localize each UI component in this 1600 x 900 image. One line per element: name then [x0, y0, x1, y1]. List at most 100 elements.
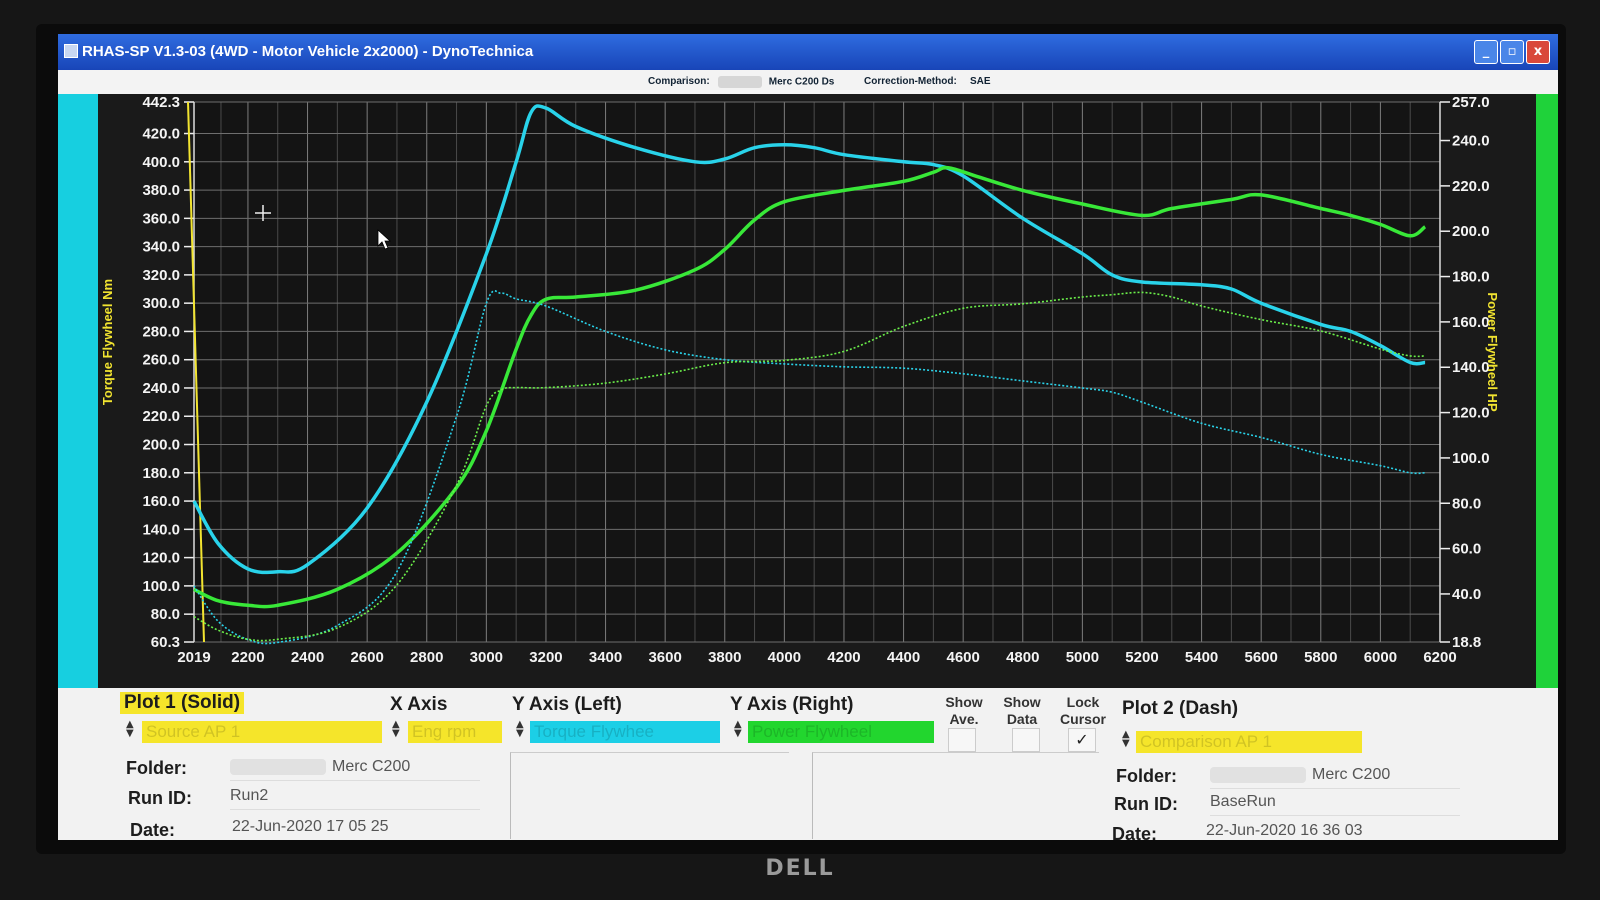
- y-left-tick-label: 260.0: [142, 352, 180, 369]
- y-right-tick-label: 180.0: [1452, 269, 1490, 286]
- y-left-axis-header: Y Axis (Left): [512, 694, 622, 715]
- title-bar[interactable]: RHAS-SP V1.3-03 (4WD - Motor Vehicle 2x2…: [58, 34, 1558, 70]
- x-axis-select[interactable]: Eng rpm: [408, 721, 502, 743]
- y-left-tick-label: 280.0: [142, 323, 180, 340]
- spinner-arrows-icon[interactable]: ▲ ▼: [392, 720, 404, 739]
- spinner-arrows-icon[interactable]: ▲ ▼: [126, 720, 138, 739]
- plot2-title: Plot 2 (Dash): [1122, 698, 1239, 719]
- plot1-title: Plot 1 (Solid): [120, 692, 245, 714]
- show-ave-label: Show Ave.: [945, 694, 983, 727]
- x-tick-label: 5800: [1304, 649, 1337, 666]
- x-tick-label: 4800: [1006, 649, 1039, 666]
- plot1-date-label: Date:: [130, 820, 176, 840]
- x-tick-label: 3400: [589, 649, 622, 666]
- info-bar: Comparison: Merc C200 Ds Correction-Meth…: [58, 70, 1558, 94]
- y-left-tick-label: 140.0: [142, 521, 180, 538]
- y-right-tick-label: 18.8: [1452, 634, 1481, 651]
- plot1-folder-field[interactable]: Merc C200: [230, 758, 480, 781]
- x-tick-label: 5200: [1125, 649, 1158, 666]
- x-tick-label: 5600: [1245, 649, 1278, 666]
- y-right-tick-label: 120.0: [1452, 405, 1490, 422]
- plot2-folder-field[interactable]: Merc C200: [1210, 766, 1460, 789]
- spinner-arrows-icon[interactable]: ▲ ▼: [734, 720, 746, 739]
- info-box-left: [510, 752, 789, 839]
- x-tick-label: 3800: [708, 649, 741, 666]
- correction-method-value: SAE: [970, 76, 991, 87]
- y-right-tick-label: 40.0: [1452, 586, 1481, 603]
- show-data-checkbox[interactable]: [1012, 728, 1040, 752]
- y-right-axis-header: Y Axis (Right): [730, 694, 854, 715]
- y-left-tick-label: 300.0: [142, 295, 180, 312]
- show-ave-checkbox[interactable]: [948, 728, 976, 752]
- y-left-tick-label: 420.0: [142, 126, 180, 143]
- left-axis-color-bar: [58, 94, 98, 688]
- spinner-arrows-icon[interactable]: ▲ ▼: [1122, 730, 1134, 749]
- x-tick-label: 2200: [231, 649, 264, 666]
- plot-background: [194, 102, 1440, 642]
- x-tick-label: 6000: [1364, 649, 1397, 666]
- correction-method-label: Correction-Method:: [864, 76, 957, 87]
- spinner-arrows-icon[interactable]: ▲ ▼: [516, 720, 528, 739]
- plot1-runid-value[interactable]: Run2: [230, 787, 480, 810]
- y-right-tick-label: 220.0: [1452, 178, 1490, 195]
- y-right-axis-select[interactable]: Power Flywheel: [748, 721, 934, 743]
- plot1-folder-value: Merc C200: [332, 758, 411, 775]
- show-data-label: Show Data: [1003, 694, 1041, 727]
- x-tick-label: 4000: [768, 649, 801, 666]
- source-select[interactable]: Source AP 1: [142, 721, 382, 743]
- maximize-button[interactable]: ▫: [1500, 40, 1524, 64]
- x-axis-header: X Axis: [390, 694, 448, 715]
- x-tick-label: 2800: [410, 649, 443, 666]
- plot1-date-value[interactable]: 22-Jun-2020 17 05 25: [232, 818, 482, 840]
- y-left-axis-title: Torque Flywheel Nm: [100, 279, 115, 405]
- x-tick-label: 5400: [1185, 649, 1218, 666]
- y-left-axis-select[interactable]: Torque Flywhee: [530, 721, 720, 743]
- plot-area[interactable]: 2019 2200 2400 2600 2800 3000 3200 3400 3600 3800…: [58, 94, 1558, 688]
- y-left-tick-label: 220.0: [142, 408, 180, 425]
- comparison-select[interactable]: Comparison AP 1: [1136, 731, 1362, 753]
- plot2-runid-label: Run ID:: [1114, 794, 1178, 814]
- x-tick-label: 4600: [946, 649, 979, 666]
- app-icon: [64, 44, 78, 58]
- x-tick-label: 4200: [827, 649, 860, 666]
- x-tick-label: 5000: [1066, 649, 1099, 666]
- right-axis-color-bar: [1536, 94, 1558, 688]
- lock-cursor-checkbox[interactable]: ✓: [1068, 728, 1096, 752]
- y-right-tick-label: 80.0: [1452, 495, 1481, 512]
- x-tick-label: 6200: [1423, 649, 1456, 666]
- monitor-brand-logo: DELL: [765, 856, 835, 881]
- y-left-tick-label: 160.0: [142, 493, 180, 510]
- plot1-folder-label: Folder:: [126, 758, 187, 778]
- y-right-tick-label: 200.0: [1452, 223, 1490, 240]
- x-tick-label: 3200: [529, 649, 562, 666]
- x-tick-label: 3000: [470, 649, 503, 666]
- x-tick-label: 2400: [291, 649, 324, 666]
- y-left-tick-label: 100.0: [142, 578, 180, 595]
- redacted-text: [718, 76, 762, 88]
- plot2-date-label: Date:: [1112, 824, 1158, 840]
- plot2-runid-value[interactable]: BaseRun: [1210, 793, 1460, 816]
- y-left-tick-label: 240.0: [142, 380, 180, 397]
- y-right-tick-label: 60.0: [1452, 541, 1481, 558]
- window-title: RHAS-SP V1.3-03 (4WD - Motor Vehicle 2x2…: [82, 43, 534, 60]
- control-panel: Plot 1 (Solid) X Axis Y Axis (Left) Y Ax…: [58, 688, 1558, 840]
- close-button[interactable]: x: [1526, 40, 1550, 64]
- dyno-chart[interactable]: 2019 2200 2400 2600 2800 3000 3200 3400 3600 3800…: [58, 94, 1558, 688]
- y-right-tick-label: 240.0: [1452, 133, 1490, 150]
- y-right-tick-label: 257.0: [1452, 94, 1490, 111]
- y-left-tick-label: 320.0: [142, 267, 180, 284]
- plot2-date-value[interactable]: 22-Jun-2020 16 36 03: [1206, 822, 1456, 840]
- y-left-tick-label: 180.0: [142, 465, 180, 482]
- y-left-tick-label: 80.0: [151, 606, 180, 623]
- plot2-folder-value: Merc C200: [1312, 766, 1391, 783]
- y-left-tick-label: 200.0: [142, 437, 180, 454]
- y-right-tick-label: 140.0: [1452, 359, 1490, 376]
- lock-cursor-label: Lock Cursor: [1060, 694, 1106, 727]
- y-left-tick-label: 360.0: [142, 210, 180, 227]
- x-tick-label: 3600: [648, 649, 681, 666]
- app-window: RHAS-SP V1.3-03 (4WD - Motor Vehicle 2x2…: [58, 34, 1558, 840]
- minimize-button[interactable]: _: [1474, 40, 1498, 64]
- x-tick-label: 2019: [177, 649, 210, 666]
- y-left-tick-label: 340.0: [142, 239, 180, 256]
- chart-grid: [193, 101, 1441, 643]
